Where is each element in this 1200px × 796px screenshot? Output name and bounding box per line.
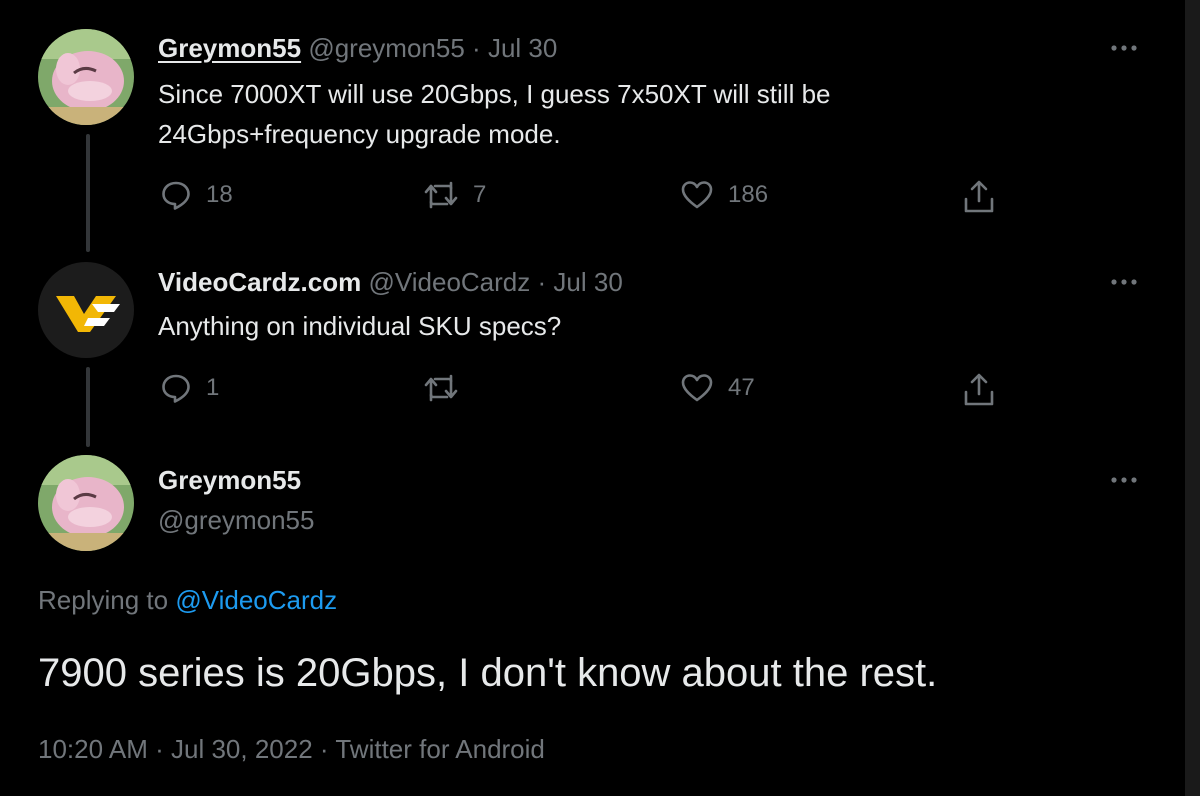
share-button[interactable] [962, 179, 996, 215]
tweet-text-line: Anything on individual SKU specs? [158, 311, 562, 341]
header-separator: · [472, 33, 481, 63]
videocardz-logo-avatar-icon [38, 262, 134, 358]
reply-icon [162, 374, 190, 403]
tweet-full-date[interactable]: Jul 30, 2022 [171, 734, 313, 764]
avatar-videocardz[interactable] [38, 262, 134, 358]
replying-prefix: Replying to [38, 585, 169, 615]
retweet-icon [424, 374, 458, 402]
retweet-count: 7 [473, 181, 487, 208]
avatar-greymon55[interactable] [38, 455, 134, 551]
like-count: 186 [728, 181, 769, 208]
reply-count: 1 [206, 374, 220, 401]
retweet-button[interactable]: 7 [423, 179, 486, 211]
more-dots-icon[interactable] [1108, 470, 1140, 490]
tweet-time[interactable]: 10:20 AM [38, 734, 148, 764]
meta-separator: · [155, 734, 164, 764]
pink-creature-avatar-icon [38, 29, 134, 125]
display-name[interactable]: Greymon55 [158, 33, 301, 63]
display-name[interactable]: Greymon55 [158, 465, 301, 495]
user-handle[interactable]: @greymon55 [158, 505, 314, 535]
header-separator: · [537, 267, 547, 297]
pink-creature-avatar-icon [38, 455, 134, 551]
reply-button[interactable]: 18 [160, 179, 233, 211]
main-tweet-handle[interactable]: @greymon55 [158, 504, 314, 536]
thread-connector [86, 367, 90, 447]
share-icon [964, 373, 994, 406]
scrollbar-track[interactable] [1185, 0, 1200, 796]
replying-to: Replying to @VideoCardz [38, 585, 337, 616]
meta-separator: · [319, 734, 329, 764]
tweet-source[interactable]: Twitter for Android [335, 734, 545, 764]
main-tweet-text: 7900 series is 20Gbps, I don't know abou… [38, 651, 938, 695]
like-button[interactable]: 47 [680, 372, 755, 404]
tweet-text: Since 7000XT will use 20Gbps, I guess 7x… [158, 74, 831, 154]
user-handle[interactable]: @greymon55 [308, 33, 464, 63]
retweet-icon [424, 181, 458, 209]
heart-icon [681, 374, 713, 402]
share-icon [964, 180, 994, 213]
tweet-text-line: Since 7000XT will use 20Gbps, I guess 7x… [158, 79, 831, 109]
reply-button[interactable]: 1 [160, 372, 219, 404]
reply-icon [162, 181, 190, 210]
tweet-text-line: 24Gbps+frequency upgrade mode. [158, 119, 561, 149]
heart-icon [681, 181, 713, 209]
tweet-header: Greymon55 @greymon55 · Jul 30 [158, 32, 557, 64]
more-dots-icon[interactable] [1108, 38, 1140, 58]
display-name[interactable]: VideoCardz.com [158, 267, 361, 297]
like-button[interactable]: 186 [680, 179, 768, 211]
tweet-thread-view: Greymon55 @greymon55 · Jul 30 Since 7000… [0, 0, 1185, 796]
tweet-metadata: 10:20 AM · Jul 30, 2022 · Twitter for An… [38, 734, 545, 765]
share-button[interactable] [962, 372, 996, 408]
user-handle[interactable]: @VideoCardz [368, 267, 530, 297]
reply-count: 18 [206, 181, 233, 208]
avatar-greymon55[interactable] [38, 29, 134, 125]
tweet-header: VideoCardz.com @VideoCardz · Jul 30 [158, 266, 623, 298]
like-count: 47 [728, 374, 755, 401]
retweet-button[interactable] [423, 372, 459, 404]
mention-link[interactable]: @VideoCardz [175, 585, 337, 615]
more-dots-icon[interactable] [1108, 272, 1140, 292]
main-tweet-name[interactable]: Greymon55 [158, 464, 301, 496]
thread-connector [86, 134, 90, 252]
tweet-text: Anything on individual SKU specs? [158, 306, 561, 346]
tweet-date[interactable]: Jul 30 [488, 33, 557, 63]
tweet-date[interactable]: Jul 30 [553, 267, 622, 297]
